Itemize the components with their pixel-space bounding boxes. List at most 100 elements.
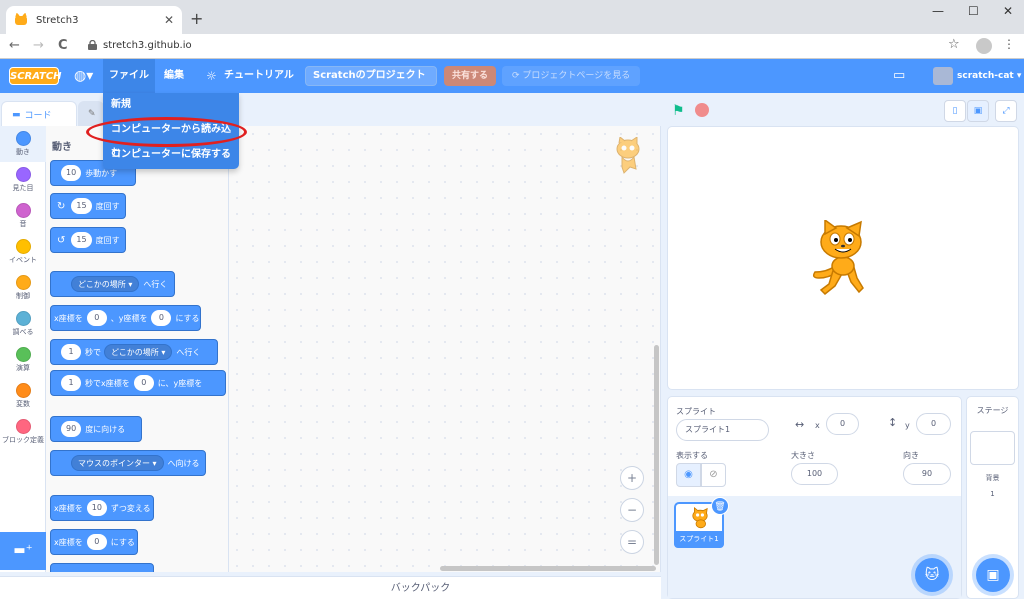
tutorial-menu[interactable]: チュートリアル bbox=[224, 59, 294, 93]
block-input[interactable]: 0 bbox=[86, 534, 107, 550]
horizontal-arrows-icon: ↔ bbox=[795, 418, 805, 431]
maximize-icon[interactable]: ☐ bbox=[968, 4, 979, 18]
small-stage-button[interactable]: ▯ bbox=[944, 100, 966, 122]
stop-icon[interactable] bbox=[695, 103, 709, 117]
category-label: 見た目 bbox=[12, 184, 34, 192]
add-backdrop-button[interactable]: ▣ bbox=[976, 558, 1010, 592]
block-text: へ向ける bbox=[167, 458, 200, 468]
block-input[interactable]: 10 bbox=[86, 500, 107, 516]
zoom-out-button[interactable]: − bbox=[620, 498, 644, 522]
add-sprite-button[interactable]: 🐱 bbox=[915, 558, 949, 592]
block-dropdown[interactable]: どこかの場所 ▾ bbox=[71, 276, 140, 292]
edit-menu[interactable]: 編集 bbox=[164, 59, 184, 93]
block-input[interactable]: 15 bbox=[71, 198, 92, 214]
block-text: x座標を bbox=[54, 537, 83, 547]
project-title-input[interactable]: Scratchのプロジェクト bbox=[305, 66, 437, 86]
block-text: にする bbox=[175, 313, 200, 323]
add-extension-button[interactable]: ▬⁺ bbox=[0, 532, 46, 570]
url-text[interactable]: stretch3.github.io bbox=[103, 40, 192, 51]
block-input[interactable]: 15 bbox=[71, 232, 92, 248]
backdrop-label: 背景 bbox=[985, 474, 1000, 482]
close-window-icon[interactable]: ✕ bbox=[1003, 4, 1013, 18]
hide-sprite-button[interactable]: ⊘ bbox=[701, 463, 726, 487]
tab-close-icon[interactable]: ✕ bbox=[164, 13, 174, 27]
block-text: へ行く bbox=[176, 347, 201, 357]
my-stuff-folder-icon[interactable]: ▭ bbox=[893, 68, 905, 83]
block-input[interactable]: 1 bbox=[61, 375, 81, 391]
block-text: 秒でx座標を bbox=[85, 378, 130, 388]
block-input[interactable]: 10 bbox=[61, 165, 82, 181]
block-input[interactable]: 0 bbox=[86, 310, 107, 326]
block-text: へ行く bbox=[143, 279, 168, 289]
block-glide-to-xy[interactable]: 1 秒でx座標を 0 に、y座標を bbox=[50, 370, 226, 396]
category-control[interactable]: 制御 bbox=[0, 275, 46, 301]
horizontal-scrollbar[interactable] bbox=[440, 566, 656, 571]
block-glide-to[interactable]: 1 秒で どこかの場所 ▾ へ行く bbox=[50, 339, 218, 365]
category-operators[interactable]: 演算 bbox=[0, 347, 46, 373]
profile-avatar[interactable] bbox=[976, 38, 992, 54]
large-stage-button[interactable]: ▣ bbox=[967, 100, 989, 122]
category-events[interactable]: イベント bbox=[0, 239, 46, 265]
green-flag-icon[interactable]: ⚑ bbox=[672, 103, 685, 119]
category-looks[interactable]: 見た目 bbox=[0, 167, 46, 193]
scratch-logo[interactable]: SCRATCH bbox=[9, 67, 62, 85]
show-sprite-button[interactable]: ◉ bbox=[676, 463, 701, 487]
block-point-in-direction[interactable]: 90 度に向ける bbox=[50, 416, 142, 442]
reload-icon[interactable]: C bbox=[58, 38, 68, 53]
block-point-towards[interactable]: マウスのポインター ▾ へ向ける bbox=[50, 450, 206, 476]
direction-input[interactable]: 90 bbox=[903, 463, 951, 485]
block-partial[interactable] bbox=[50, 563, 154, 572]
script-workspace[interactable] bbox=[229, 126, 661, 572]
block-go-to-xy[interactable]: x座標を 0 、y座標を 0 にする bbox=[50, 305, 201, 331]
category-sensing[interactable]: 調べる bbox=[0, 311, 46, 337]
browser-menu-icon[interactable]: ⋮ bbox=[1003, 37, 1015, 51]
backpack-bar[interactable]: バックパック bbox=[0, 576, 661, 599]
zoom-in-button[interactable]: + bbox=[620, 466, 644, 490]
file-menu[interactable]: ファイル bbox=[103, 59, 155, 93]
block-turn-left[interactable]: ↺ 15 度回す bbox=[50, 227, 126, 253]
back-icon[interactable]: ← bbox=[9, 38, 20, 53]
block-dropdown[interactable]: マウスのポインター ▾ bbox=[71, 455, 164, 471]
backdrop-thumbnail[interactable] bbox=[970, 431, 1015, 465]
fullscreen-button[interactable]: ⤢ bbox=[995, 100, 1017, 122]
block-go-to[interactable]: どこかの場所 ▾ へ行く bbox=[50, 271, 175, 297]
sprite-name-input[interactable]: スプライト1 bbox=[676, 419, 769, 441]
size-input[interactable]: 100 bbox=[791, 463, 838, 485]
tab-code[interactable]: ▬ コード bbox=[1, 101, 77, 127]
project-page-button[interactable]: ⟳ プロジェクトページを見る bbox=[502, 66, 641, 86]
menu-item-new[interactable]: 新規 bbox=[103, 93, 239, 117]
category-motion[interactable]: 動き bbox=[0, 126, 46, 162]
block-text: 度に向ける bbox=[85, 424, 126, 434]
block-input[interactable]: 0 bbox=[133, 375, 154, 391]
category-dot bbox=[15, 275, 31, 290]
user-avatar[interactable] bbox=[933, 67, 953, 85]
minimize-icon[interactable]: — bbox=[932, 4, 944, 18]
block-change-x[interactable]: x座標を 10 ずつ変える bbox=[50, 495, 154, 521]
forward-icon[interactable]: → bbox=[33, 38, 44, 53]
scratch-cat-sprite[interactable] bbox=[805, 220, 879, 298]
block-input[interactable]: 90 bbox=[61, 421, 82, 437]
block-turn-right[interactable]: ↻ 15 度回す bbox=[50, 193, 126, 219]
x-input[interactable]: 0 bbox=[826, 413, 859, 435]
dropdown-value: マウスのポインター bbox=[78, 459, 150, 468]
delete-sprite-trash-icon[interactable]: 🗑 bbox=[711, 497, 729, 515]
category-sound[interactable]: 音 bbox=[0, 203, 46, 229]
language-globe-icon[interactable]: ◍▾ bbox=[74, 68, 93, 84]
small-stage-icon: ▯ bbox=[952, 106, 958, 116]
block-set-x[interactable]: x座標を 0 にする bbox=[50, 529, 138, 555]
zoom-reset-button[interactable]: = bbox=[620, 530, 644, 554]
category-label: ブロック定義 bbox=[2, 436, 44, 444]
y-input[interactable]: 0 bbox=[916, 413, 951, 435]
block-dropdown[interactable]: どこかの場所 ▾ bbox=[104, 344, 173, 360]
share-button[interactable]: 共有する bbox=[444, 66, 496, 86]
category-variables[interactable]: 変数 bbox=[0, 383, 46, 409]
category-my-blocks[interactable]: ブロック定義 bbox=[0, 419, 46, 445]
vertical-scrollbar[interactable] bbox=[654, 345, 659, 565]
block-input[interactable]: 0 bbox=[151, 310, 172, 326]
browser-tab[interactable]: Stretch3 ✕ bbox=[6, 6, 182, 34]
account-menu[interactable]: scratch-cat ▾ bbox=[957, 59, 1021, 93]
bookmark-star-icon[interactable]: ☆ bbox=[948, 37, 960, 52]
block-input[interactable]: 1 bbox=[61, 344, 81, 360]
new-tab-button[interactable]: + bbox=[190, 9, 203, 28]
backpack-label: バックパック bbox=[390, 583, 451, 594]
